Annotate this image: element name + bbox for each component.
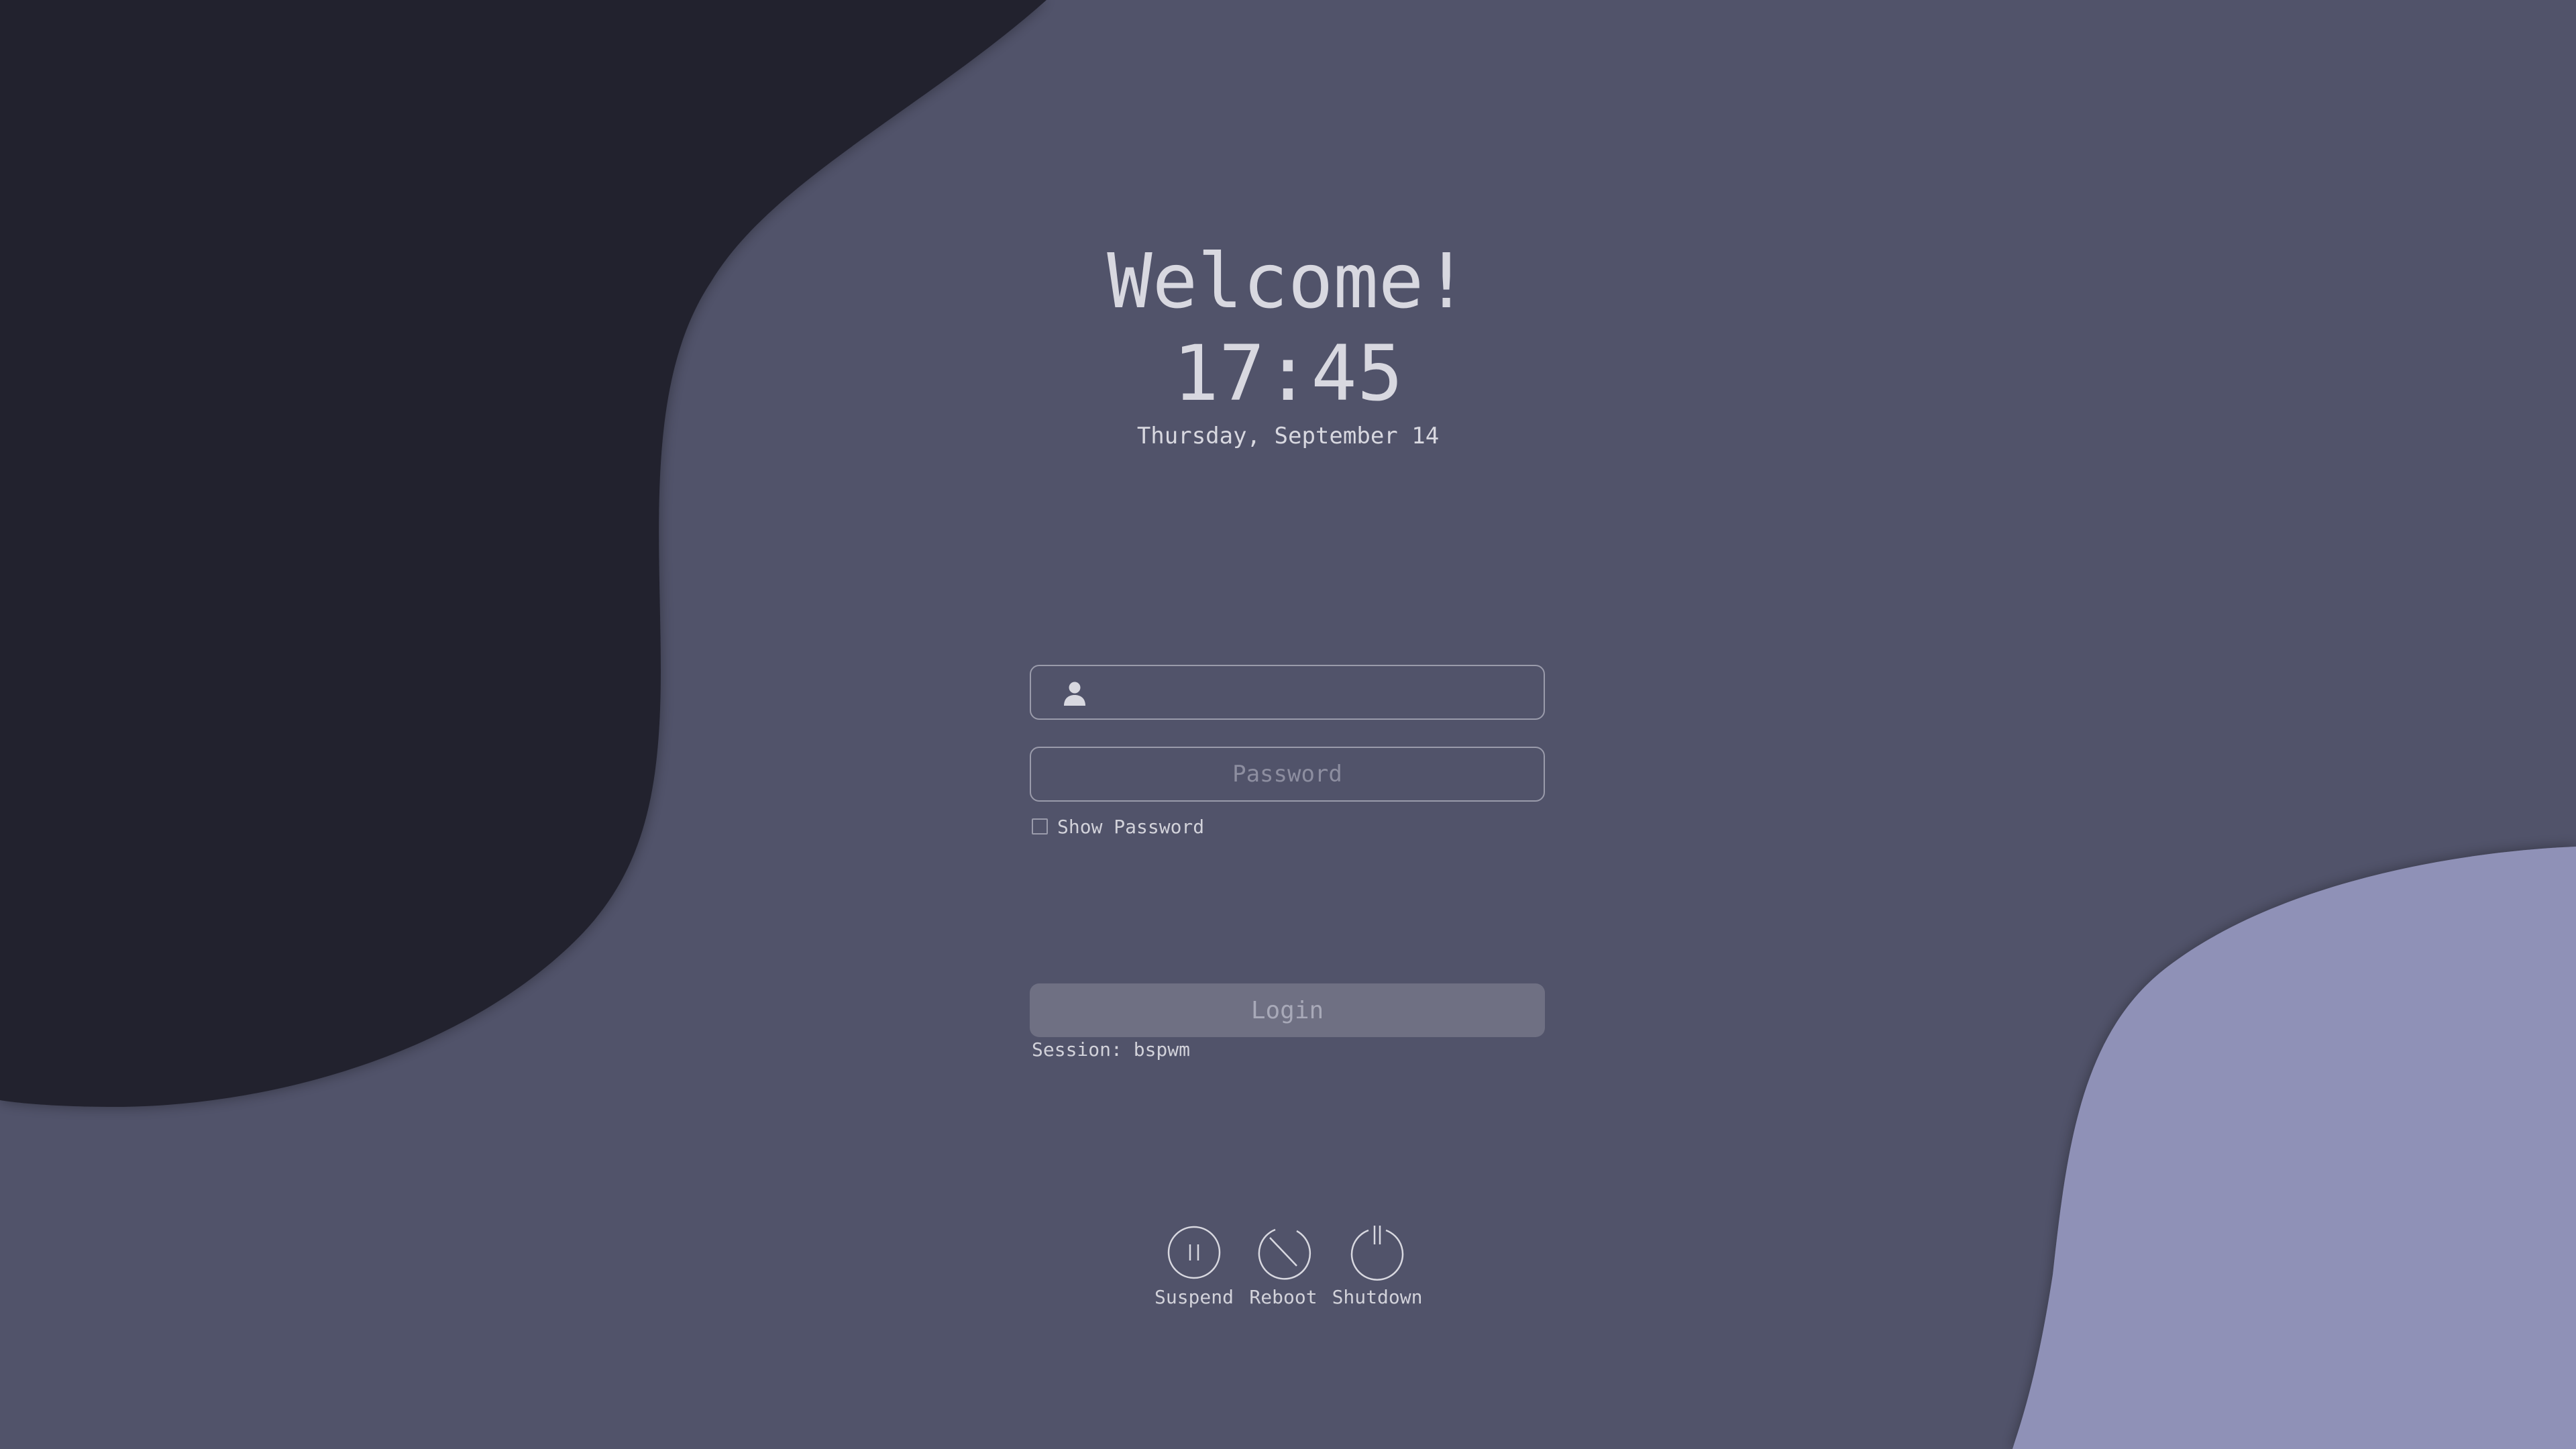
shutdown-button[interactable]: Shutdown	[1332, 1224, 1422, 1308]
pause-circle-icon	[1167, 1226, 1221, 1279]
login-button[interactable]: Login	[1030, 983, 1545, 1037]
reboot-icon	[1258, 1228, 1311, 1280]
reboot-label: Reboot	[1249, 1286, 1318, 1308]
date: Thursday, September 14	[1136, 423, 1440, 449]
clock: 17:45	[1173, 329, 1403, 418]
password-placeholder: Password	[1232, 761, 1342, 788]
password-field[interactable]: Password	[1030, 747, 1545, 802]
shutdown-label: Shutdown	[1332, 1286, 1423, 1308]
light-blob	[2012, 847, 2576, 1449]
session-selector[interactable]: Session: bspwm	[1032, 1038, 1190, 1062]
show-password-checkbox[interactable]	[1032, 818, 1048, 835]
user-icon	[1064, 682, 1085, 706]
show-password-toggle[interactable]: Show Password	[1032, 815, 1204, 838]
show-password-label: Show Password	[1057, 815, 1205, 838]
suspend-button[interactable]: Suspend	[1154, 1224, 1234, 1308]
suspend-label: Suspend	[1154, 1286, 1234, 1308]
login-screen: Welcome! 17:45 Thursday, September 14 Pa…	[0, 0, 2576, 1449]
welcome-title: Welcome!	[1107, 238, 1469, 325]
power-icon	[1350, 1226, 1404, 1281]
dark-blob	[0, 0, 1046, 1107]
reboot-button[interactable]: Reboot	[1243, 1224, 1324, 1308]
username-field[interactable]	[1030, 665, 1545, 720]
